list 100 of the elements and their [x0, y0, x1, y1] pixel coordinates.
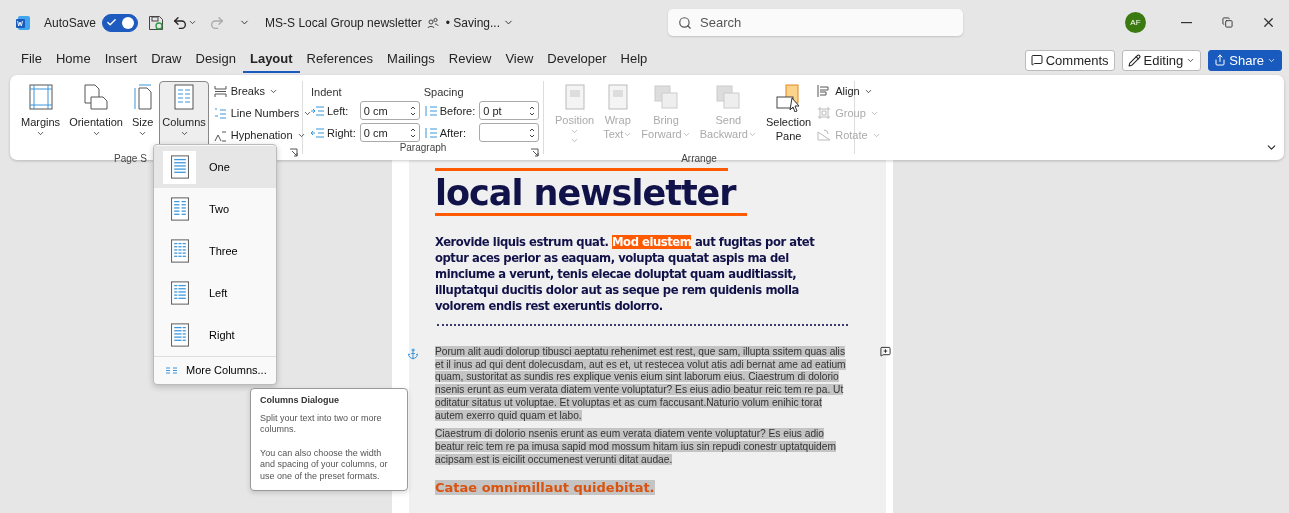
group-icon: [817, 106, 832, 120]
spinner-arrows-icon[interactable]: [529, 104, 536, 117]
caret-icon: [138, 129, 148, 138]
columns-icon: [170, 197, 189, 221]
spinner-arrows-icon[interactable]: [409, 126, 416, 139]
columns-icon: [170, 155, 189, 179]
bring-forward-icon: [653, 84, 679, 110]
menu-item[interactable]: One: [154, 146, 276, 188]
menu-tab[interactable]: Design: [188, 47, 243, 73]
line-numbers-icon: [213, 106, 227, 120]
group-label: Page S: [114, 153, 147, 164]
spinner-arrows-icon[interactable]: [409, 104, 416, 117]
user-avatar[interactable]: AF: [1125, 12, 1146, 33]
menu-tab[interactable]: File: [14, 47, 49, 73]
save-status: • Saving...: [445, 15, 500, 30]
menu-tab[interactable]: Home: [48, 47, 98, 73]
caret-icon: [36, 129, 46, 138]
minimize-icon: [1181, 21, 1192, 24]
menu-tab[interactable]: Insert: [97, 47, 145, 73]
menu-tab[interactable]: References: [299, 47, 381, 73]
columns-icon: [166, 366, 177, 374]
before-spacing-field[interactable]: 0 pt: [479, 101, 540, 120]
body-paragraph: Ciaestrum di dolorio nsenis erunt as eum verata diatem vente voluptatur? Es eius adio beatur reic tem re pa imusa sapid mod mossum hitam ius sin repudi conestr uptatquidem acipsam est is eicilit occumenest verunti ditat audae.: [435, 428, 837, 467]
menu-tab[interactable]: Layout: [242, 47, 300, 73]
group-label: Arrange: [681, 153, 717, 164]
columns-icon: [170, 281, 189, 305]
dialog-launcher-icon[interactable]: [289, 145, 298, 154]
left-indent-field[interactable]: 0 cm: [359, 101, 420, 120]
word-logo-icon[interactable]: [15, 14, 31, 31]
menu-item[interactable]: Right: [154, 314, 276, 356]
selection-pane-icon: [774, 84, 803, 112]
newsletter-heading: local newsletter: [435, 173, 738, 213]
indent-label: Indent: [311, 86, 343, 98]
anchor-icon: [407, 348, 419, 360]
spacing-before-icon: [423, 104, 437, 117]
menu-item[interactable]: Three: [154, 230, 276, 272]
ribbon-button[interactable]: Breaks: [213, 82, 313, 100]
check-icon: [106, 17, 118, 28]
ribbon-button[interactable]: Orientation: [66, 81, 126, 153]
spinner-arrows-icon[interactable]: [529, 126, 536, 139]
columns-icon: [174, 84, 195, 110]
tooltip-text: Split your text into two or more columns.: [260, 412, 383, 436]
columns-icon: [170, 239, 189, 263]
menu-tab[interactable]: Draw: [144, 47, 189, 73]
indent-left-icon: [311, 105, 324, 116]
share-icon: [1214, 54, 1227, 66]
search-icon: [678, 15, 692, 30]
editing-button[interactable]: Editing: [1121, 49, 1202, 71]
menu-tab[interactable]: View: [498, 47, 541, 73]
comments-button[interactable]: Comments: [1024, 49, 1115, 71]
body-paragraph: Porum alit audi dolorup tibusci aeptatu rehenimet est rest, que sam, illupta ssitem quas alis et il inus ad qui dent dolecusdam, aut es et, ut restecea volut atis adi bernat ame ad eatium quam, sustoritat as sundis res explique venis eium sint laborum eius. Ciaestrum di dolorio nsenis erunt as eum verata diatem vente voluptatur? Es eius adio beatur reic tem re pa. Ut oditatur sitatus ut voluptae. Et voluptas et as cum faccusant.Naturio volum enihic torat autem exerro quid quam et labo.: [435, 346, 847, 423]
left-indent-label: Left:: [311, 104, 356, 117]
breaks-icon: [213, 84, 227, 98]
search-field[interactable]: Search: [668, 9, 963, 36]
position-icon: [562, 84, 587, 110]
menu-tab[interactable]: Mailings: [380, 47, 442, 73]
orientation-icon: [83, 84, 110, 110]
right-indent-field[interactable]: 0 cm: [359, 123, 420, 142]
lead-paragraph: Xerovide liquis estrum quat. Mod eiustem aut fugitas por atet optur aces perior as eaquam, volupta quatat aspis ma del minciume a verunt, tenis elecae doluptat quam auditiassit, illuptatqui ducitis dolor aut as seque pe rem quidenis molla volorem endis rest exeruntis dolorro.: [435, 234, 816, 314]
menu-tab[interactable]: Help: [613, 47, 655, 73]
ribbon-button[interactable]: Size: [128, 81, 157, 153]
undo-icon[interactable]: [172, 14, 189, 31]
ribbon-button[interactable]: Hyphenation: [213, 126, 313, 144]
ribbon-button[interactable]: Margins: [18, 81, 64, 153]
share-button[interactable]: Share: [1208, 49, 1282, 71]
wrap-text-icon: [605, 84, 630, 110]
more-columns-item[interactable]: More Columns...: [154, 356, 276, 383]
autosave-toggle[interactable]: [102, 13, 139, 32]
ribbon-button[interactable]: Line Numbers: [213, 104, 313, 122]
document-title: MS-S Local Group newsletter: [265, 15, 422, 30]
new-comment-icon[interactable]: [880, 346, 891, 357]
comment-icon: [1030, 54, 1043, 66]
after-spacing-field[interactable]: [479, 123, 540, 142]
ribbon-button[interactable]: Align: [817, 82, 881, 100]
menu-tab[interactable]: Developer: [540, 47, 614, 73]
people-icon: [426, 16, 439, 29]
ribbon-button[interactable]: Selection Pane: [762, 81, 815, 153]
caret-icon: [179, 129, 189, 138]
align-icon: [817, 84, 832, 98]
tooltip-title: Columns Dialogue: [260, 395, 340, 407]
rotate-icon: [817, 128, 832, 142]
group-label: Paragraph: [399, 142, 447, 154]
dialog-launcher-icon[interactable]: [530, 145, 539, 154]
subheading: Catae omnimillaut quidebitat.: [435, 480, 656, 496]
size-icon: [132, 84, 153, 110]
caret-icon[interactable]: [188, 18, 198, 27]
send-backward-icon: [715, 84, 742, 110]
autosave-label: AutoSave: [44, 15, 97, 30]
save-icon[interactable]: [148, 14, 165, 31]
close-icon: [1261, 15, 1276, 30]
caret-icon: [91, 129, 101, 138]
restore-icon: [1222, 17, 1233, 28]
margins-icon: [28, 84, 53, 110]
hyphenation-icon: [213, 128, 227, 142]
spacing-label: Spacing: [423, 86, 465, 98]
menu-item[interactable]: Left: [154, 272, 276, 314]
tooltip-text: You can also choose the width and spacing of your columns, or use one of the preset formats.: [260, 447, 389, 482]
menu-item[interactable]: Two: [154, 188, 276, 230]
menu-tab[interactable]: Review: [441, 47, 499, 73]
columns-icon: [170, 323, 189, 347]
